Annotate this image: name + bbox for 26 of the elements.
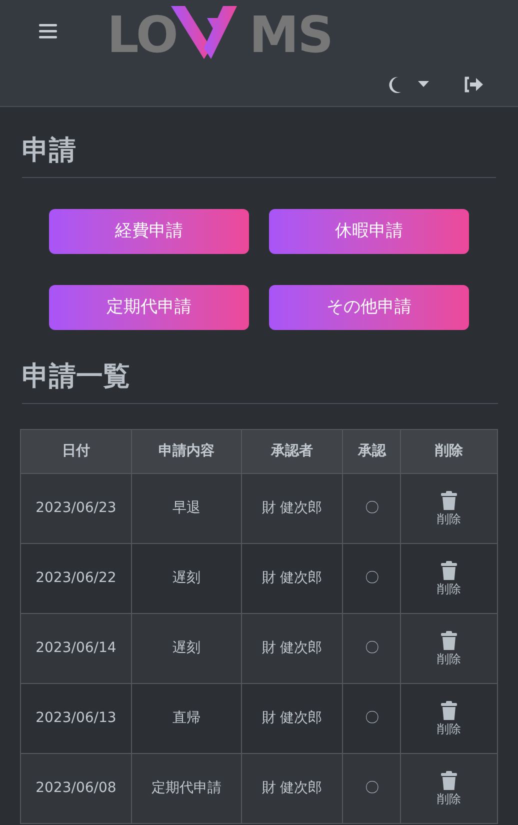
section-title: 申請一覧 [22, 360, 131, 394]
caret-icon [418, 81, 429, 87]
menu-icon[interactable] [39, 23, 57, 39]
table-cell: 2023/06/08 [20, 754, 132, 824]
trash-icon [441, 630, 458, 650]
trash-icon [441, 770, 458, 790]
delete-link[interactable]: 削除 [437, 700, 462, 736]
approval-status: 〇 [342, 754, 401, 824]
trash-icon [441, 490, 458, 510]
section-title: 申請 [22, 134, 77, 168]
apply-button[interactable]: 経費申請 [49, 209, 249, 254]
delete-link[interactable]: 削除 [437, 560, 462, 596]
delete-link[interactable]: 削除 [437, 630, 462, 666]
trash-icon [441, 700, 458, 720]
moon-icon [388, 76, 402, 92]
logout-icon[interactable] [463, 76, 484, 92]
delete-link[interactable]: 削除 [437, 770, 462, 806]
column-header: 日付 [20, 430, 132, 474]
delete-link[interactable]: 削除 [437, 490, 462, 526]
apply-button[interactable]: 定期代申請 [49, 285, 249, 330]
table-cell: 財 健次郎 [241, 754, 343, 824]
apply-button[interactable]: その他申請 [269, 285, 469, 330]
table-cell: 定期代申請 [131, 754, 242, 824]
theme-dropdown[interactable] [388, 76, 429, 92]
apply-button[interactable]: 休暇申請 [269, 209, 469, 254]
trash-icon [441, 560, 458, 580]
